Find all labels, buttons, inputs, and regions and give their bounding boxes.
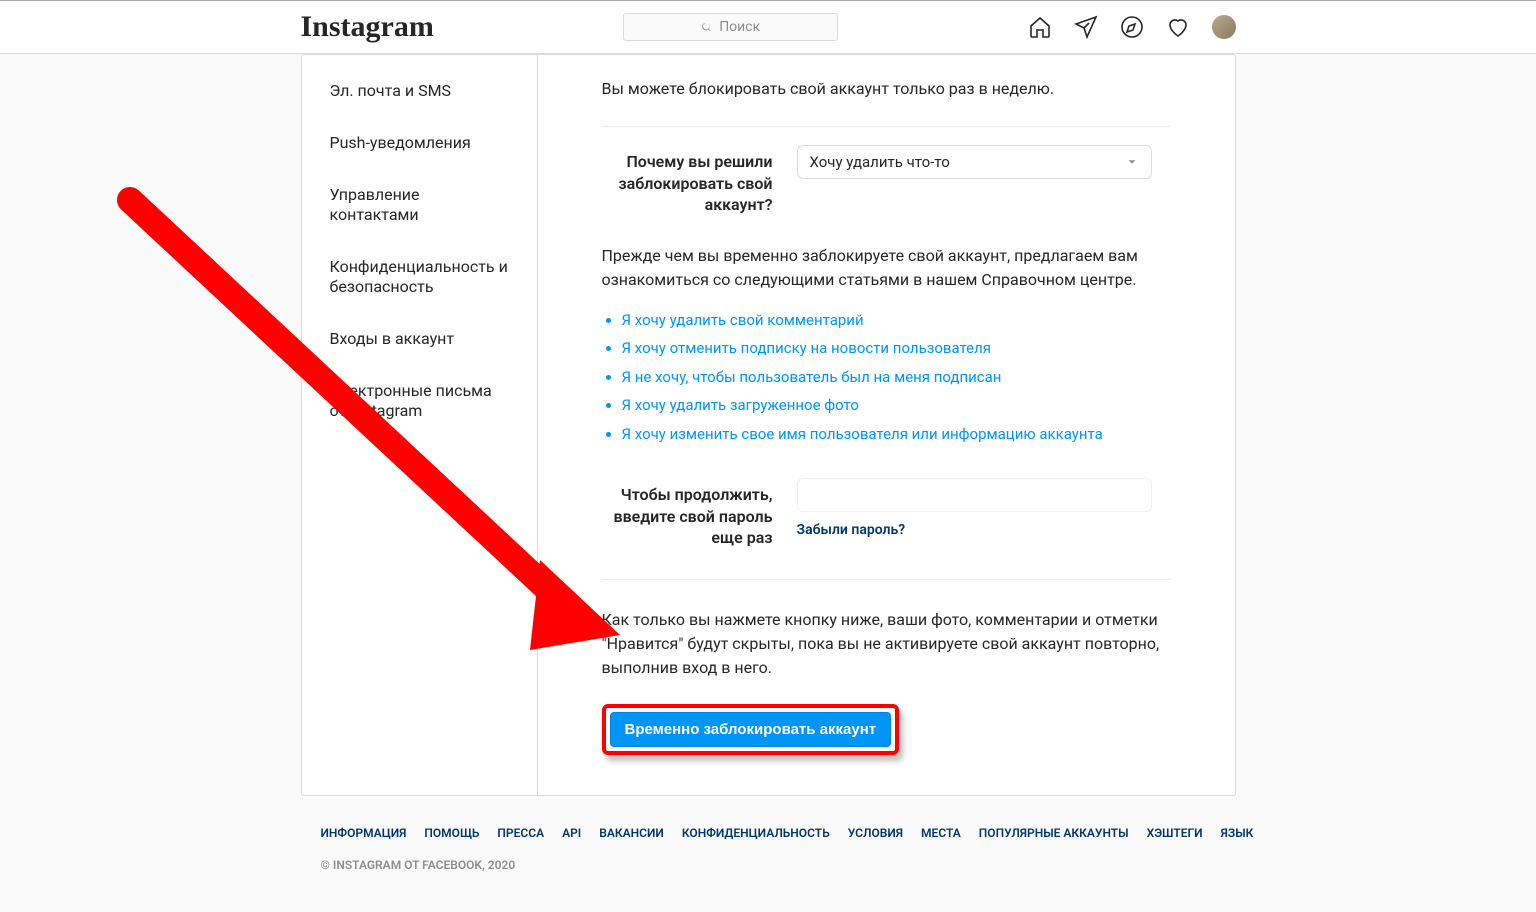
search-input[interactable]: Поиск [623,13,838,41]
footer-link-about[interactable]: Информация [321,826,407,840]
sidebar-item-logins[interactable]: Входы в аккаунт [302,313,537,365]
reason-selected-value: Хочу удалить что-то [810,153,950,171]
reason-label: Почему вы решили заблокировать свой акка… [602,145,797,216]
instagram-logo[interactable]: Instagram [301,10,434,44]
limit-text: Вы можете блокировать свой аккаунт тольк… [602,55,1171,122]
settings-panel: Эл. почта и SMS Push-уведомления Управле… [301,54,1236,796]
sidebar-item-emails[interactable]: Электронные письма от Instagram [302,365,537,437]
footer-link-privacy[interactable]: Конфиденциальность [682,826,830,840]
footer-link-top-accounts[interactable]: Популярные аккаунты [979,826,1129,840]
avatar[interactable] [1212,15,1236,39]
explore-icon[interactable] [1120,15,1144,39]
messages-icon[interactable] [1074,15,1098,39]
copyright: © Instagram от Facebook, 2020 [321,858,1256,872]
help-link-unfollow[interactable]: Я хочу отменить подписку на новости поль… [622,339,992,357]
chevron-down-icon [1125,155,1139,169]
top-bar: Instagram Поиск [0,0,1536,54]
help-links: Я хочу удалить свой комментарий Я хочу о… [602,306,1171,449]
search-icon [701,21,713,33]
main-content: Вы можете блокировать свой аккаунт тольк… [538,55,1235,795]
footer-link-locations[interactable]: Места [921,826,961,840]
footer-link-press[interactable]: Пресса [497,826,544,840]
footer-link-language[interactable]: Язык [1221,826,1254,840]
reason-select[interactable]: Хочу удалить что-то [797,145,1152,179]
help-link-delete-comment[interactable]: Я хочу удалить свой комментарий [622,311,864,329]
nav-icons [1028,15,1236,39]
help-intro: Прежде чем вы временно заблокируете свой… [602,244,1171,292]
footer-link-help[interactable]: Помощь [424,826,479,840]
disable-account-button[interactable]: Временно заблокировать аккаунт [610,712,892,747]
footer-link-api[interactable]: API [562,826,581,840]
sidebar-item-privacy[interactable]: Конфиденциальность и безопасность [302,241,537,313]
final-text: Как только вы нажмете кнопку ниже, ваши … [602,608,1171,680]
footer: Информация Помощь Пресса API Вакансии Ко… [301,826,1276,912]
home-icon[interactable] [1028,15,1052,39]
help-link-change-username[interactable]: Я хочу изменить свое имя пользователя ил… [622,425,1103,443]
footer-links: Информация Помощь Пресса API Вакансии Ко… [321,826,1256,840]
submit-button-highlight: Временно заблокировать аккаунт [602,704,900,755]
activity-icon[interactable] [1166,15,1190,39]
help-link-delete-photo[interactable]: Я хочу удалить загруженное фото [622,396,860,414]
settings-sidebar: Эл. почта и SMS Push-уведомления Управле… [302,55,538,795]
footer-link-terms[interactable]: Условия [848,826,903,840]
forgot-password-link[interactable]: Забыли пароль? [797,522,906,538]
sidebar-item-push[interactable]: Push-уведомления [302,117,537,169]
password-label: Чтобы продолжить, введите свой пароль ещ… [602,478,797,549]
help-link-remove-follower[interactable]: Я не хочу, чтобы пользователь был на мен… [622,368,1002,386]
password-input[interactable] [797,478,1152,512]
footer-link-hashtags[interactable]: Хэштеги [1147,826,1203,840]
sidebar-item-contacts[interactable]: Управление контактами [302,169,537,241]
search-placeholder: Поиск [719,19,760,35]
sidebar-item-email-sms[interactable]: Эл. почта и SMS [302,65,537,117]
footer-link-jobs[interactable]: Вакансии [599,826,664,840]
